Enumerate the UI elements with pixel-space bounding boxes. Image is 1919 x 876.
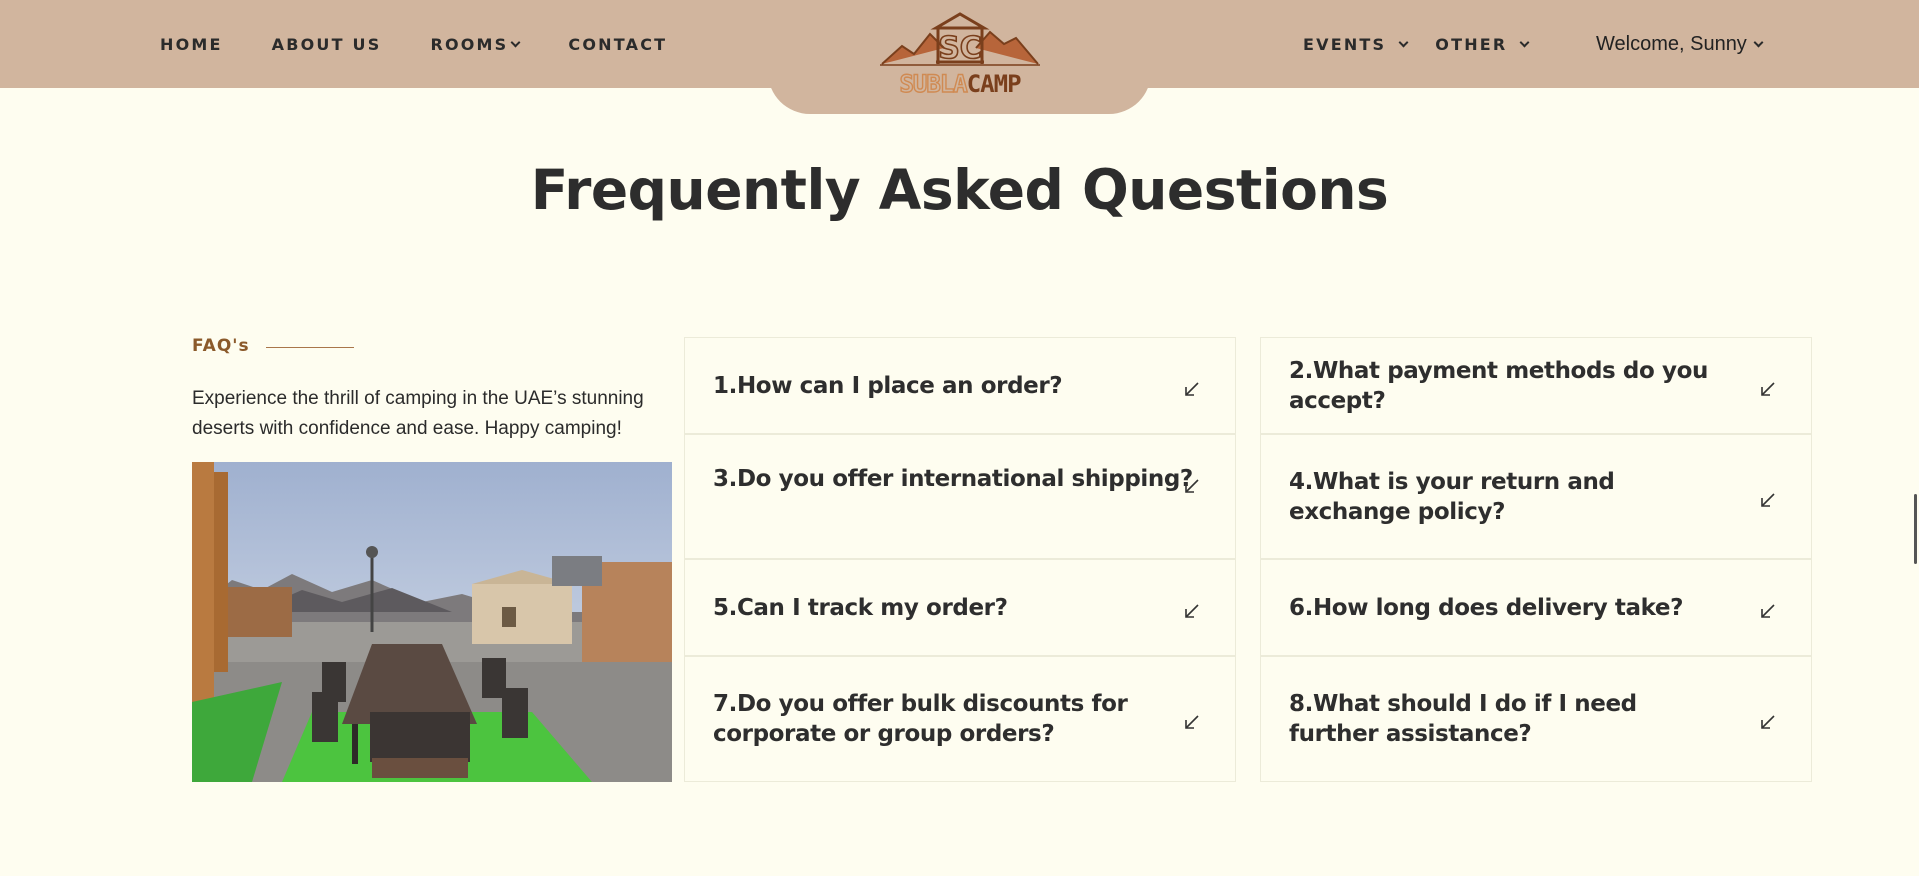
arrow-down-left-icon[interactable]: [1759, 713, 1777, 731]
nav-events[interactable]: EVENTS: [1303, 34, 1409, 54]
svg-text:SUBLACAMP: SUBLACAMP: [899, 70, 1021, 98]
faq-item-8[interactable]: 8.What should I do if I need further ass…: [1260, 656, 1812, 782]
nav-rooms-label: ROOMS: [430, 34, 509, 54]
nav-home[interactable]: HOME: [160, 35, 223, 54]
faq-question-3: 3.Do you offer international shipping?: [713, 466, 1193, 492]
camp-photo-image: [192, 462, 672, 782]
chevron-down-icon: [1753, 37, 1764, 47]
nav-other[interactable]: OTHER: [1435, 34, 1530, 54]
chevron-down-icon: [1398, 37, 1409, 47]
arrow-down-left-icon[interactable]: [1183, 713, 1201, 731]
nav-about-us[interactable]: ABOUT US: [272, 35, 382, 54]
faq-item-6[interactable]: 6.How long does delivery take?: [1260, 559, 1812, 656]
faq-item-7[interactable]: 7.Do you offer bulk discounts for corpor…: [684, 656, 1236, 782]
logo-word-left: SUBLA: [899, 70, 968, 98]
faq-question-7: 7.Do you offer bulk discounts for corpor…: [713, 691, 1128, 747]
nav-about-us-label: ABOUT US: [271, 34, 382, 54]
site-logo[interactable]: SC SUBLACAMP: [880, 12, 1040, 99]
arrow-down-left-icon[interactable]: [1759, 380, 1777, 398]
nav-left: HOME ABOUT US ROOMS CONTACT: [160, 0, 667, 88]
faq-question-4: 4.What is your return and exchange polic…: [1289, 468, 1615, 525]
chevron-down-icon: [510, 37, 521, 47]
camp-photo: [192, 462, 672, 782]
faq-question-1: 1.How can I place an order?: [713, 372, 1063, 399]
scrollbar-thumb[interactable]: [1914, 494, 1917, 564]
faq-item-1[interactable]: 1.How can I place an order?: [684, 337, 1236, 434]
arrow-down-left-icon[interactable]: [1183, 380, 1201, 398]
faq-section-label: FAQ's: [192, 336, 250, 356]
page-title: Frequently Asked Questions: [530, 158, 1389, 222]
faq-question-5: 5.Can I track my order?: [713, 594, 1008, 621]
faq-intro-text: Experience the thrill of camping in the …: [192, 388, 644, 439]
faq-item-4[interactable]: 4.What is your return and exchange polic…: [1260, 434, 1812, 559]
nav-contact[interactable]: CONTACT: [568, 35, 667, 54]
nav-contact-label: CONTACT: [568, 34, 668, 54]
faq-item-5[interactable]: 5.Can I track my order?: [684, 559, 1236, 656]
welcome-text: Welcome, Sunny: [1596, 32, 1747, 55]
faq-label-divider: [266, 347, 354, 348]
nav-other-label: OTHER: [1435, 34, 1508, 54]
nav-rooms[interactable]: ROOMS: [430, 34, 521, 54]
chevron-down-icon: [1519, 37, 1530, 47]
faq-question-2: 2.What payment methods do you accept?: [1289, 357, 1708, 414]
arrow-down-left-icon[interactable]: [1759, 491, 1777, 509]
faq-item-2[interactable]: 2.What payment methods do you accept?: [1260, 337, 1812, 434]
arrow-down-left-icon[interactable]: [1183, 477, 1201, 495]
nav-right: EVENTS OTHER: [1303, 0, 1530, 88]
nav-events-label: EVENTS: [1303, 34, 1387, 54]
logo-mark-icon: SC SUBLACAMP: [880, 12, 1040, 99]
logo-word-right: CAMP: [967, 70, 1021, 98]
nav-home-label: HOME: [160, 34, 223, 54]
arrow-down-left-icon[interactable]: [1183, 602, 1201, 620]
logo-monogram: SC: [938, 31, 982, 66]
faq-question-6: 6.How long does delivery take?: [1289, 594, 1684, 621]
faq-question-8: 8.What should I do if I need further ass…: [1289, 691, 1637, 747]
user-menu[interactable]: Welcome, Sunny: [1596, 0, 1764, 88]
arrow-down-left-icon[interactable]: [1759, 602, 1777, 620]
faq-item-3[interactable]: 3.Do you offer international shipping?: [684, 434, 1236, 559]
